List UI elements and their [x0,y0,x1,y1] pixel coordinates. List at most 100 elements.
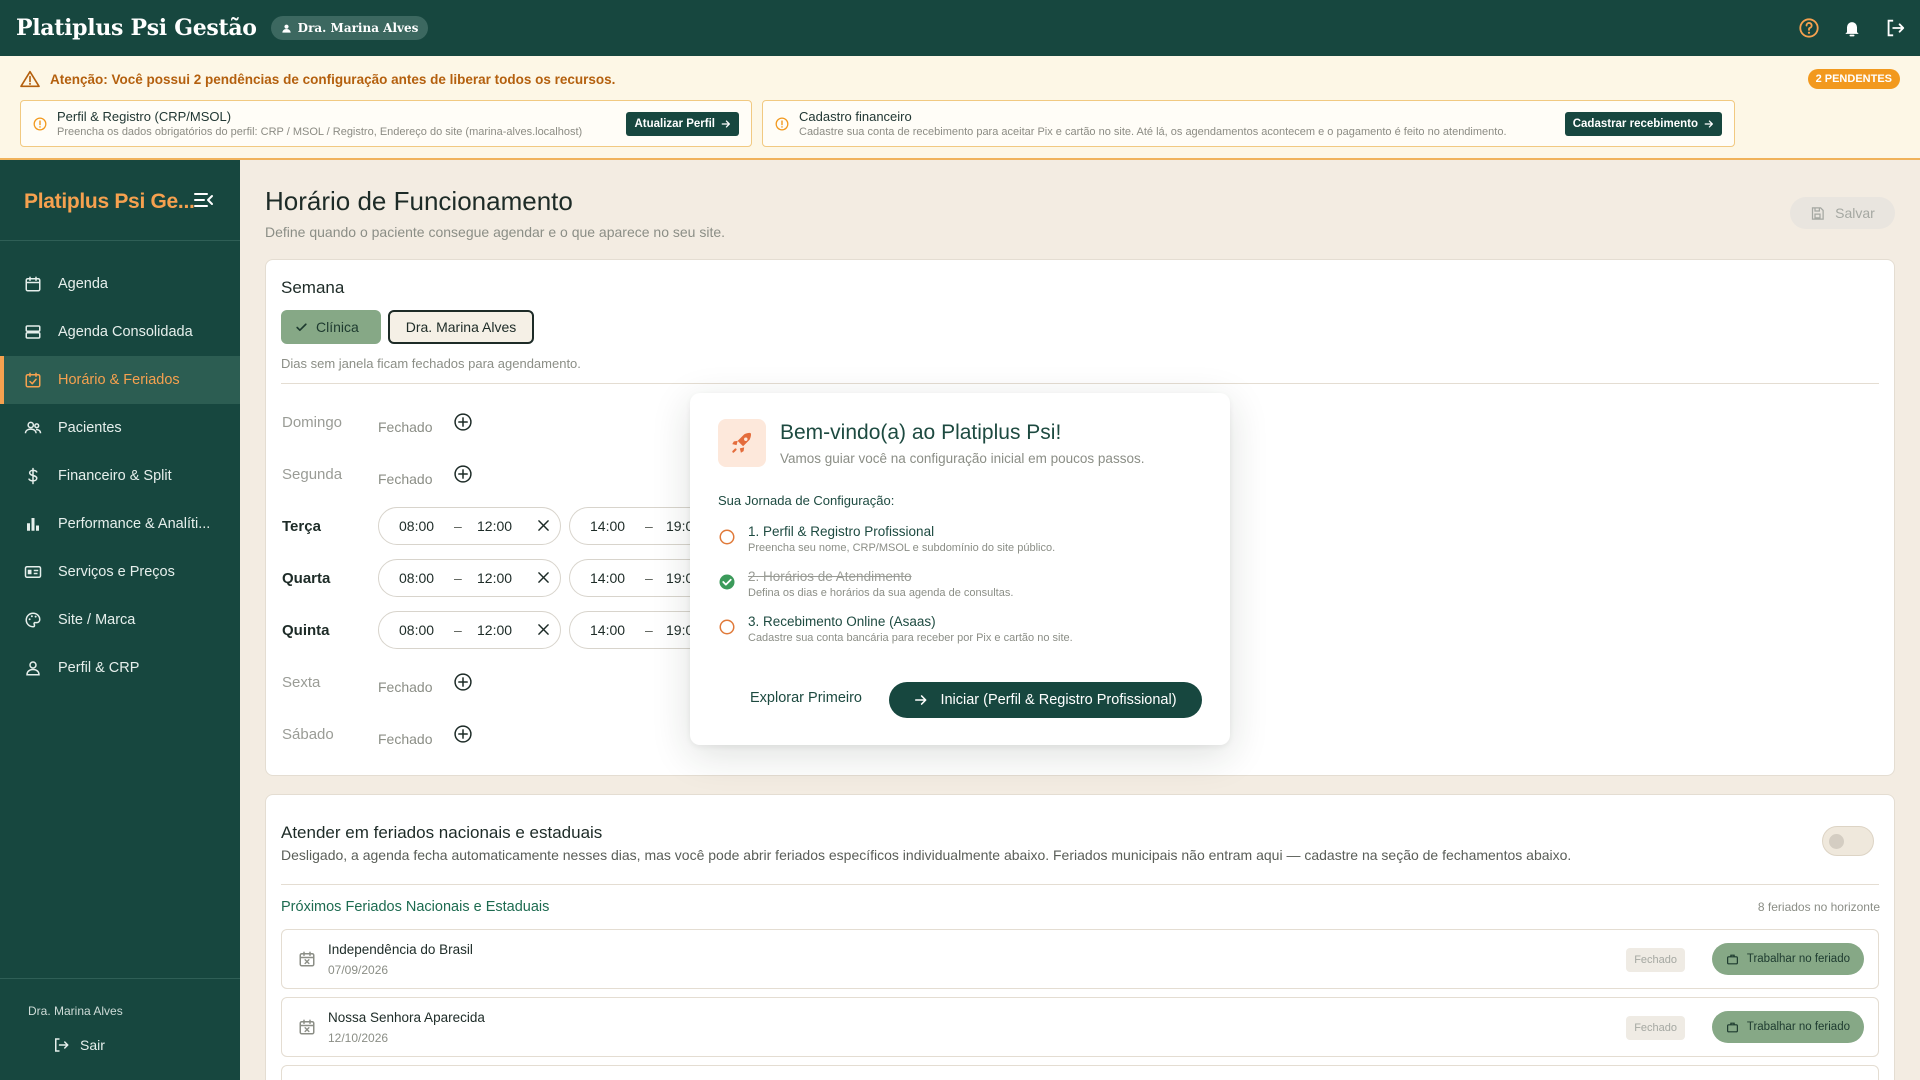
slot-end-input[interactable]: 12:00 [477,570,512,586]
sidebar-item-financeiro[interactable]: Financeiro & Split [0,452,240,500]
week-section-title: Semana [281,278,345,297]
time-slot: 14:00 – 19:0 [569,611,693,649]
calendar-x-icon [298,1018,316,1036]
slot-end-input[interactable]: 12:00 [477,622,512,638]
dialog-subtitle: Vamos guiar você na configuração inicial… [780,451,1145,466]
sidebar-item-label: Site / Marca [58,612,136,628]
slot-start-input[interactable]: 08:00 [399,518,434,534]
add-circle-icon[interactable] [453,724,473,744]
sidebar-item-label: Pacientes [58,420,122,436]
holiday-name: Nossa Senhora Aparecida [328,1010,485,1025]
time-slot: 14:00 – 19:0 [569,507,693,545]
holiday-name: Independência do Brasil [328,942,473,957]
slot-start-input[interactable]: 14:00 [590,570,625,586]
holiday-date: 12/10/2026 [328,1031,389,1045]
sidebar-item-agenda[interactable]: Agenda [0,260,240,308]
holiday-row: Independência do Brasil 07/09/2026 Fecha… [281,929,1879,989]
next-holidays-title: Próximos Feriados Nacionais e Estaduais [281,899,550,915]
add-circle-icon[interactable] [453,672,473,692]
person-icon [24,659,42,677]
close-icon[interactable] [538,520,549,531]
save-button[interactable]: Salvar [1790,197,1895,229]
update-profile-label: Atualizar Perfil [634,118,715,130]
welcome-dialog: Bem-vindo(a) ao Platiplus Psi! Vamos gui… [690,393,1230,745]
warning-icon [20,70,40,88]
holidays-switch[interactable] [1822,826,1874,856]
alert-card-finance: Cadastro financeiro Cadastre sua conta d… [762,100,1735,147]
sidebar-item-servicos[interactable]: Serviços e Preços [0,548,240,596]
calendar-x-icon [298,950,316,968]
sidebar-logout-button[interactable]: Sair [52,1036,105,1054]
close-icon[interactable] [538,624,549,635]
slot-end-input[interactable]: 12:00 [477,518,512,534]
status-badge: Fechado [1626,1016,1685,1040]
work-on-holiday-button[interactable]: Trabalhar no feriado [1711,943,1864,975]
work-on-holiday-button[interactable]: Trabalhar no feriado [1711,1011,1864,1043]
register-payment-button[interactable]: Cadastrar recebimento [1564,112,1722,136]
alert-card-title: Cadastro financeiro [799,109,912,124]
page-title: Horário de Funcionamento [265,186,573,216]
slot-start-input[interactable]: 08:00 [399,622,434,638]
add-circle-icon[interactable] [453,464,473,484]
day-label-sexta: Sexta [282,674,321,691]
circle-outline-icon [718,618,736,636]
setup-step[interactable]: 3. Recebimento Online (Asaas) Cadastre s… [718,614,1073,644]
rocket-icon [718,419,766,467]
sidebar-item-pacientes[interactable]: Pacientes [0,404,240,452]
sidebar-item-performance[interactable]: Performance & Analíti... [0,500,240,548]
stack-icon [24,323,42,341]
sidebar-item-label: Perfil & CRP [58,660,140,676]
day-label-quinta: Quinta [282,622,330,639]
sidebar-item-horario-feriados[interactable]: Horário & Feriados [0,356,240,404]
sidebar-item-label: Horário & Feriados [58,372,180,388]
time-slot: 08:00 – 12:00 [378,507,561,545]
explore-first-button[interactable]: Explorar Primeiro [750,690,862,706]
sidebar-item-label: Agenda [58,276,108,292]
slot-start-input[interactable]: 08:00 [399,570,434,586]
setup-step[interactable]: 2. Horários de Atendimento Defina os dia… [718,569,1013,599]
register-payment-label: Cadastrar recebimento [1572,118,1698,130]
holiday-row: Nossa Senhora Aparecida 12/10/2026 Fecha… [281,997,1879,1057]
logout-label: Sair [80,1037,105,1053]
circle-outline-icon [718,528,736,546]
start-setup-label: Iniciar (Perfil & Registro Profissional) [940,692,1177,708]
arrow-right-icon [1704,119,1714,129]
add-circle-icon[interactable] [453,412,473,432]
alert-card-desc: Preencha os dados obrigatórios do perfil… [57,126,583,138]
setup-step[interactable]: 1. Perfil & Registro Profissional Preenc… [718,524,1055,554]
step-title: 1. Perfil & Registro Profissional [748,524,935,539]
logout-icon[interactable] [1884,17,1906,39]
alert-card-desc: Cadastre sua conta de recebimento para a… [799,126,1507,138]
sidebar-item-label: Serviços e Preços [58,564,175,580]
sidebar-brand: Platiplus Psi Ge... [24,190,195,213]
doctor-toggle[interactable]: Dra. Marina Alves [388,310,534,344]
user-chip[interactable]: Dra. Marina Alves [270,16,429,40]
check-icon [295,321,308,334]
info-icon [33,117,47,131]
sidebar-item-site-marca[interactable]: Site / Marca [0,596,240,644]
bell-icon[interactable] [1842,17,1862,39]
update-profile-button[interactable]: Atualizar Perfil [626,112,739,136]
clinic-toggle-label: Clínica [316,319,359,335]
alert-card-profile: Perfil & Registro (CRP/MSOL) Preencha os… [20,100,752,147]
arrow-right-icon [914,693,928,707]
alert-message: Atenção: Você possui 2 pendências de con… [50,71,616,87]
week-hint: Dias sem janela ficam fechados para agen… [281,356,581,371]
collapse-menu-icon[interactable] [194,192,214,208]
slot-start-input[interactable]: 14:00 [590,518,625,534]
start-setup-button[interactable]: Iniciar (Perfil & Registro Profissional) [889,682,1202,718]
step-desc: Cadastre sua conta bancária para receber… [748,632,1073,644]
sidebar-item-agenda-consolidada[interactable]: Agenda Consolidada [0,308,240,356]
calendar-check-icon [24,371,42,389]
work-on-holiday-label: Trabalhar no feriado [1746,1021,1850,1033]
page-subtitle: Define quando o paciente consegue agenda… [265,224,726,240]
top-bar: Platiplus Psi Gestão Dra. Marina Alves [0,0,1920,56]
help-icon[interactable] [1798,17,1820,39]
day-label-domingo: Domingo [282,414,343,431]
close-icon[interactable] [538,572,549,583]
sidebar-item-label: Agenda Consolidada [58,324,193,340]
id-card-icon [24,563,42,581]
clinic-toggle[interactable]: Clínica [281,310,381,344]
sidebar-item-perfil-crp[interactable]: Perfil & CRP [0,644,240,692]
slot-start-input[interactable]: 14:00 [590,622,625,638]
